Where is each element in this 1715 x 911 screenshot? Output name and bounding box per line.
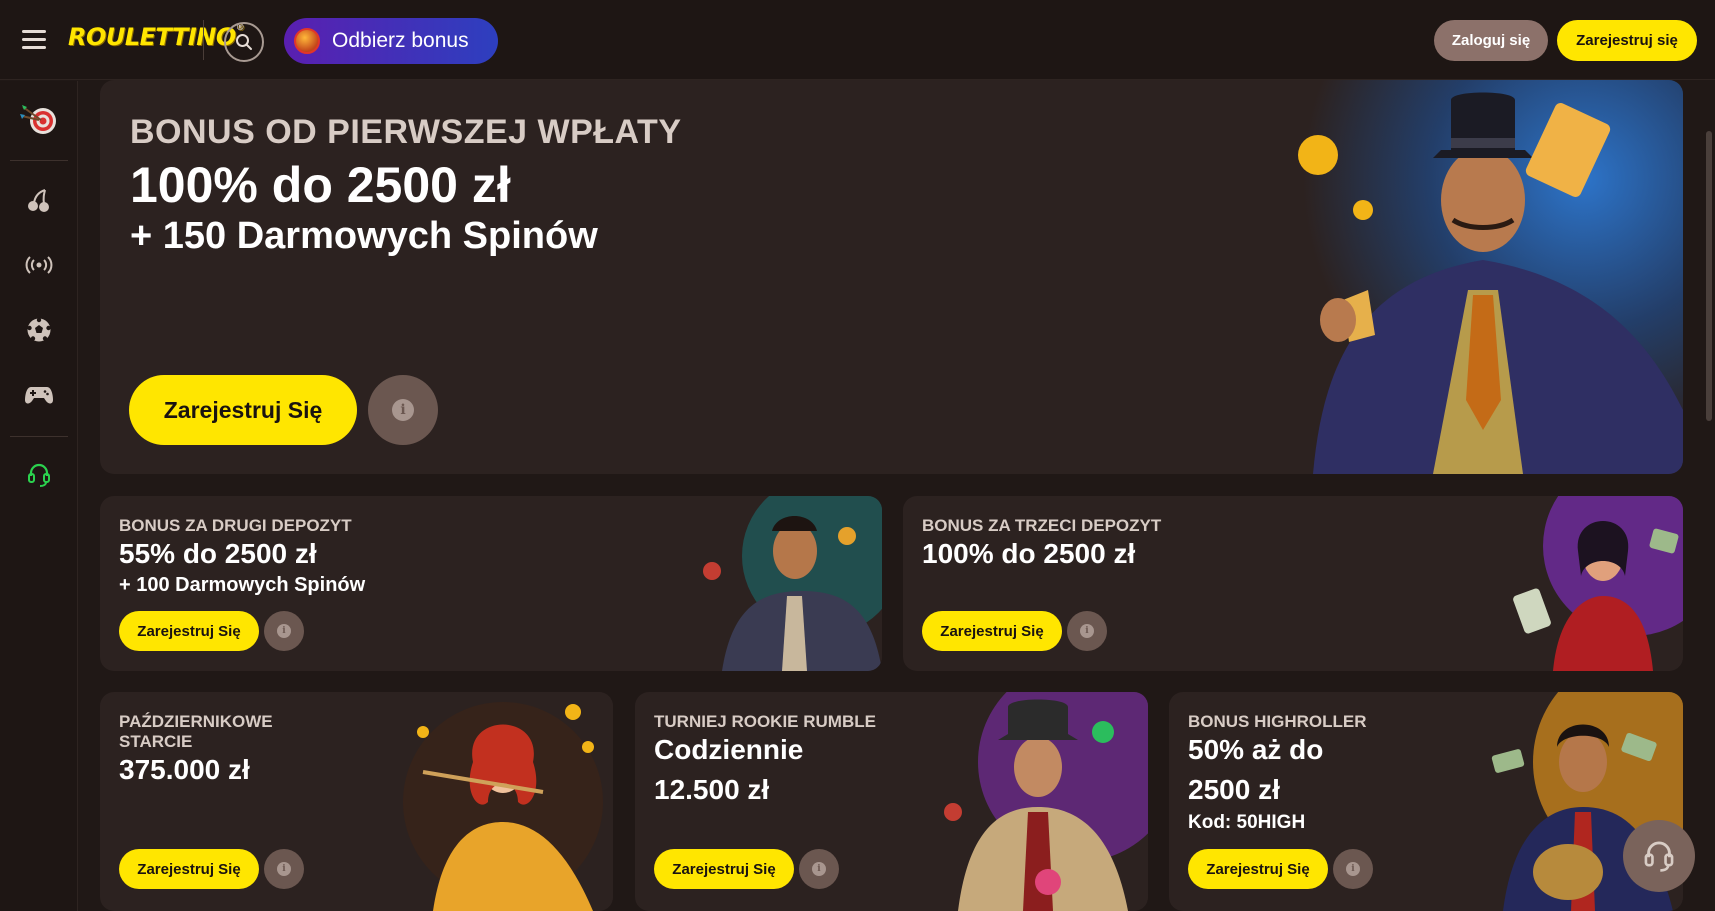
card-kicker-line1: PAŹDZIERNIKOWE xyxy=(119,712,273,731)
info-icon: i xyxy=(392,399,414,421)
hero-register-button[interactable]: Zarejestruj Się xyxy=(129,375,357,445)
darts-target-icon xyxy=(20,105,56,134)
soccer-ball-icon xyxy=(27,317,51,342)
card-subline: + 100 Darmowych Spinów xyxy=(119,574,366,596)
headset-support-icon xyxy=(28,463,50,487)
hero-headline: 100% do 2500 zł xyxy=(130,157,511,213)
sidebar-item-promotions[interactable] xyxy=(19,99,59,139)
logo-text: ROULETTINO xyxy=(68,23,236,51)
second-deposit-bonus-card: BONUS ZA DRUGI DEPOZYT 55% do 2500 zł + … xyxy=(100,496,882,671)
sidebar-item-sports[interactable] xyxy=(19,310,59,350)
highroller-bonus-card: BONUS HIGHROLLER 50% aż do 2500 zł Kod: … xyxy=(1169,692,1683,911)
gangster-hat-illustration xyxy=(918,692,1148,911)
card-headline: 375.000 zł xyxy=(119,754,250,785)
card-info-button[interactable]: i xyxy=(799,849,839,889)
card-info-button[interactable]: i xyxy=(264,849,304,889)
info-icon: i xyxy=(1080,624,1094,638)
rookie-rumble-tournament-card: TURNIEJ ROOKIE RUMBLE Codziennie 12.500 … xyxy=(635,692,1148,911)
autumn-fairy-illustration xyxy=(393,692,613,911)
sidebar xyxy=(0,81,78,911)
card-kicker: BONUS ZA TRZECI DEPOZYT xyxy=(922,516,1162,535)
search-button[interactable] xyxy=(224,22,264,62)
card-register-button[interactable]: Zarejestruj Się xyxy=(119,611,259,651)
card-headline: Codziennie xyxy=(654,734,804,765)
logo[interactable]: ROULETTINO® xyxy=(68,23,245,55)
card-info-button[interactable]: i xyxy=(1333,849,1373,889)
gamepad-icon xyxy=(25,387,53,404)
third-deposit-bonus-card: BONUS ZA TRZECI DEPOZYT 100% do 2500 zł … xyxy=(903,496,1683,671)
card-info-button[interactable]: i xyxy=(264,611,304,651)
card-promo-code: Kod: 50HIGH xyxy=(1188,812,1306,833)
sidebar-separator xyxy=(10,436,68,437)
card-register-button[interactable]: Zarejestruj Się xyxy=(119,849,259,889)
search-icon xyxy=(236,34,252,50)
live-broadcast-icon xyxy=(25,256,53,274)
claim-bonus-button[interactable]: Odbierz bonus xyxy=(284,18,498,64)
register-button[interactable]: Zarejestruj się xyxy=(1557,20,1697,61)
card-kicker: TURNIEJ ROOKIE RUMBLE xyxy=(654,712,876,731)
card-headline-amount: 12.500 zł xyxy=(654,774,770,805)
bonus-coin-icon xyxy=(294,28,320,54)
card-info-button[interactable]: i xyxy=(1067,611,1107,651)
card-headline: 50% aż do xyxy=(1188,734,1324,765)
header-divider xyxy=(203,20,204,60)
cherries-icon xyxy=(28,189,49,212)
card-kicker: BONUS ZA DRUGI DEPOZYT xyxy=(119,516,352,535)
info-icon: i xyxy=(277,624,291,638)
scrollbar-thumb[interactable] xyxy=(1706,131,1712,421)
hero-kicker: BONUS OD PIERWSZEJ WPŁATY xyxy=(130,113,682,151)
menu-icon[interactable] xyxy=(22,30,46,50)
lady-red-dress-illustration xyxy=(1503,496,1683,671)
sidebar-separator xyxy=(10,160,68,161)
info-icon: i xyxy=(1346,862,1360,876)
card-register-button[interactable]: Zarejestruj Się xyxy=(1188,849,1328,889)
october-clash-card: PAŹDZIERNIKOWE STARCIE 375.000 zł Zareje… xyxy=(100,692,613,911)
sidebar-item-games[interactable] xyxy=(19,375,59,415)
claim-bonus-label: Odbierz bonus xyxy=(332,29,469,52)
sidebar-item-support[interactable] xyxy=(19,455,59,495)
hero-info-button[interactable]: i xyxy=(368,375,438,445)
hero-gentleman-illustration xyxy=(1283,80,1683,474)
card-headline: 55% do 2500 zł xyxy=(119,538,317,569)
page-scrollbar[interactable] xyxy=(1703,81,1715,911)
hero-subline: + 150 Darmowych Spinów xyxy=(130,215,598,257)
info-icon: i xyxy=(277,862,291,876)
card-headline: 100% do 2500 zł xyxy=(922,538,1136,569)
sidebar-item-live-casino[interactable] xyxy=(19,245,59,285)
card-headline-amount: 2500 zł xyxy=(1188,774,1280,805)
login-button[interactable]: Zaloguj się xyxy=(1434,20,1548,61)
headset-icon xyxy=(1644,841,1674,872)
hero-first-deposit-bonus: BONUS OD PIERWSZEJ WPŁATY 100% do 2500 z… xyxy=(100,80,1683,474)
gentleman-vest-illustration xyxy=(682,496,882,671)
info-icon: i xyxy=(812,862,826,876)
top-bar: ROULETTINO® Odbierz bonus Zaloguj się Za… xyxy=(0,0,1715,80)
sidebar-item-slots[interactable] xyxy=(19,180,59,220)
card-kicker: BONUS HIGHROLLER xyxy=(1188,712,1367,731)
live-support-button[interactable] xyxy=(1623,820,1695,892)
card-kicker-line2: STARCIE xyxy=(119,732,193,751)
card-register-button[interactable]: Zarejestruj Się xyxy=(922,611,1062,651)
card-register-button[interactable]: Zarejestruj Się xyxy=(654,849,794,889)
